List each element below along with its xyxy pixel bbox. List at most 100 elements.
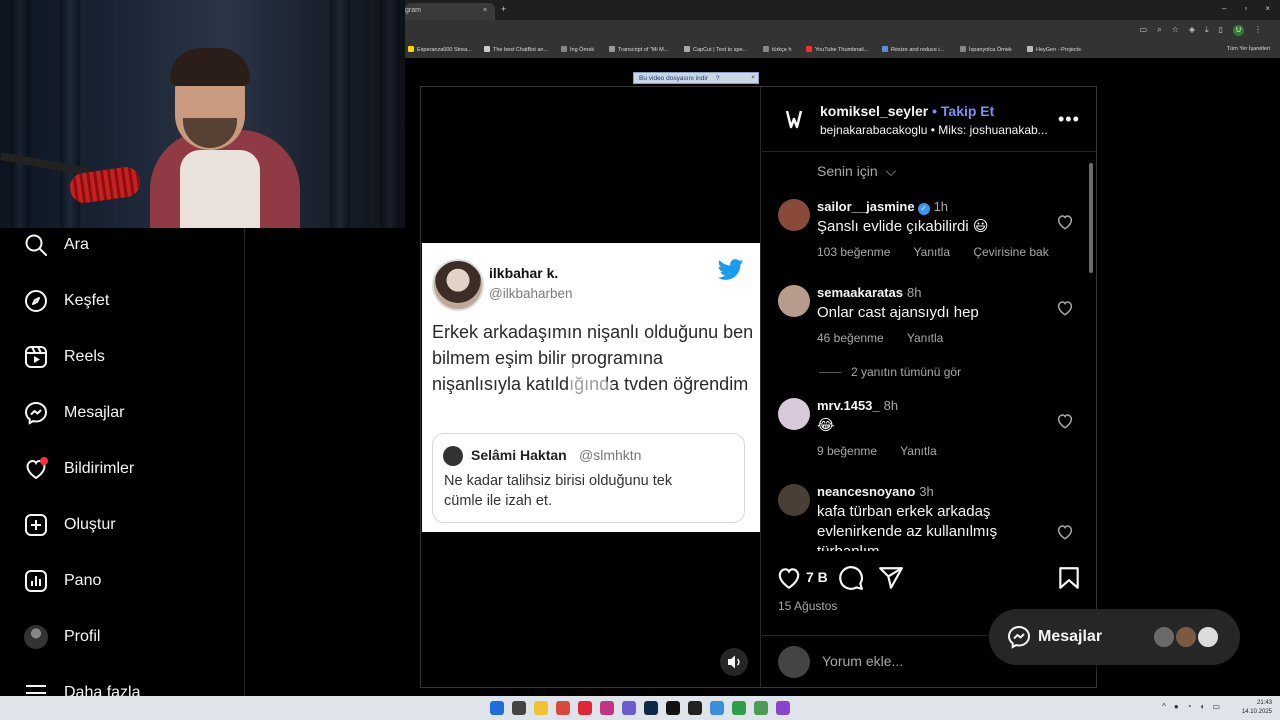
app-icon[interactable] <box>710 701 724 715</box>
account-avatar[interactable] <box>778 103 810 135</box>
bookmark-item[interactable]: İng Örnek <box>561 46 594 53</box>
photoshop-icon[interactable] <box>644 701 658 715</box>
messages-floating-button[interactable]: Mesajlar <box>989 609 1240 665</box>
close-window-button[interactable]: × <box>1265 4 1270 13</box>
minimize-button[interactable]: ‒ <box>1222 4 1226 13</box>
comment-username[interactable]: semaakaratas 8h <box>817 285 922 300</box>
avatar[interactable] <box>778 285 810 317</box>
bookmark-item[interactable]: Resize and reduce i... <box>882 46 944 53</box>
translate-button[interactable]: Çevirisine bak <box>973 245 1048 259</box>
account-name[interactable]: komiksel_seyler <box>820 103 928 119</box>
bookmark-icon <box>684 46 690 52</box>
comment-username[interactable]: sailor__jasmine ✓ 1h <box>817 199 948 215</box>
reply-button[interactable]: Yanıtla <box>900 444 936 458</box>
downloads-icon[interactable]: ⤓ <box>1205 25 1209 36</box>
download-video-bar[interactable]: Bu video dosyasını indir ? × <box>633 72 759 84</box>
taskview-icon[interactable] <box>512 701 526 715</box>
profile-avatar[interactable]: U <box>1233 25 1244 36</box>
bookmark-item[interactable]: İspanyolca Örnek <box>960 46 1012 53</box>
address-bar[interactable]: ▭ ⌕ ☆ ◈ ⤓ ▯ U ⋮ <box>405 20 1280 42</box>
avatar[interactable] <box>778 398 810 430</box>
comment-icon[interactable] <box>838 565 864 591</box>
tab-title: gram <box>405 7 421 14</box>
sidebar-item-more[interactable]: Daha fazla <box>24 681 141 696</box>
capcut-icon[interactable] <box>688 701 702 715</box>
file-explorer-icon[interactable] <box>534 701 548 715</box>
comment-likes[interactable]: 9 beğenme <box>817 444 877 458</box>
clock[interactable]: 21:43 14.10.2025 <box>1242 699 1272 717</box>
comment-input[interactable] <box>822 650 1022 672</box>
browser-tab[interactable]: gram × <box>405 3 495 20</box>
sidebar-item-create[interactable]: Oluştur <box>24 513 116 537</box>
sidebar-item-explore[interactable]: Keşfet <box>24 289 109 313</box>
app-icon[interactable] <box>556 701 570 715</box>
maximize-button[interactable]: ▫ <box>1244 4 1247 13</box>
windows-start-icon[interactable] <box>490 701 504 715</box>
bookmark-item[interactable]: türkçe h <box>763 46 792 53</box>
comment-meta: 46 beğenme Yanıtla <box>817 331 963 345</box>
video-player[interactable]: ilkbahar k. @ilkbaharben Erkek arkadaşım… <box>421 87 761 687</box>
post-date: 15 Ağustos <box>778 599 838 613</box>
opera-icon[interactable] <box>578 701 592 715</box>
play-icon[interactable] <box>563 356 619 416</box>
comment-likes[interactable]: 103 beğenme <box>817 245 890 259</box>
like-heart-icon[interactable] <box>776 565 802 591</box>
new-tab-button[interactable]: + <box>501 4 506 14</box>
comments-scrollbar[interactable] <box>1088 153 1094 551</box>
avatar[interactable] <box>778 484 810 516</box>
more-options-icon[interactable]: ••• <box>1058 109 1080 130</box>
comment-username[interactable]: mrv.1453_ 8h <box>817 398 898 413</box>
help-icon[interactable]: ? <box>716 75 720 82</box>
chrome-icon[interactable] <box>732 701 746 715</box>
star-icon[interactable]: ☆ <box>1172 25 1179 36</box>
audio-attribution[interactable]: bejnakarabacakoglu • Miks: joshuanakab..… <box>820 123 1050 137</box>
sidebar-item-messages[interactable]: Mesajlar <box>24 401 124 425</box>
sidebar-item-profile[interactable]: Profil <box>24 625 100 649</box>
app-icon[interactable] <box>622 701 636 715</box>
like-count[interactable]: 7 B <box>806 569 828 585</box>
share-icon[interactable] <box>878 565 904 591</box>
comment-like-heart-icon[interactable] <box>1056 213 1074 231</box>
all-bookmarks[interactable]: Tüm Yer İşaretleri <box>1227 46 1270 52</box>
messenger-icon <box>1007 625 1031 649</box>
bookmark-item[interactable]: CapCut | Text to spe... <box>684 46 747 53</box>
tiktok-icon[interactable] <box>666 701 680 715</box>
app-icon[interactable] <box>776 701 790 715</box>
comment-sort-dropdown[interactable]: Senin için ⌵ <box>817 163 896 180</box>
tab-close-icon[interactable]: × <box>483 7 487 14</box>
tray-chevron-icon[interactable]: ^ <box>1162 702 1166 711</box>
sort-label: Senin için <box>817 163 878 179</box>
sidebar-item-reels[interactable]: Reels <box>24 345 105 369</box>
comment-likes[interactable]: 46 beğenme <box>817 331 884 345</box>
comment-like-heart-icon[interactable] <box>1056 412 1074 430</box>
mute-button[interactable] <box>720 648 748 676</box>
app-icon[interactable] <box>754 701 768 715</box>
bookmark-save-icon[interactable] <box>1056 565 1082 591</box>
instagram-icon[interactable] <box>600 701 614 715</box>
reply-button[interactable]: Yanıtla <box>914 245 950 259</box>
reply-button[interactable]: Yanıtla <box>907 331 943 345</box>
zoom-icon[interactable]: ⌕ <box>1157 25 1161 36</box>
close-icon[interactable]: × <box>751 74 755 81</box>
bookmark-item[interactable]: Esperanza000 Strea... <box>408 46 472 53</box>
bookmark-item[interactable]: Transcript of "Mi M... <box>609 46 668 53</box>
comment-like-heart-icon[interactable] <box>1056 299 1074 317</box>
sidebar-item-dashboard[interactable]: Pano <box>24 569 101 593</box>
extensions-icon[interactable]: ◈ <box>1189 25 1195 36</box>
comment-like-heart-icon[interactable] <box>1056 523 1074 541</box>
avatar[interactable] <box>778 199 810 231</box>
comment-username[interactable]: neancesnoyano 3h <box>817 484 934 499</box>
sidebar-item-notifications[interactable]: Bildirimler <box>24 457 134 481</box>
sidebar-item-search[interactable]: Ara <box>24 233 89 257</box>
view-replies-button[interactable]: 2 yanıtın tümünü gör <box>819 365 961 379</box>
sidepanel-icon[interactable]: ▯ <box>1219 25 1223 36</box>
bookmark-item[interactable]: YouTube Thumbnail... <box>806 46 868 53</box>
bookmark-item[interactable]: The best ChatBot an... <box>484 46 548 53</box>
menu-dots-icon[interactable]: ⋮ <box>1254 25 1262 36</box>
bookmark-item[interactable]: HeyGen - Projects <box>1027 46 1081 53</box>
cast-icon[interactable]: ▭ <box>1140 25 1148 36</box>
compass-icon <box>25 290 47 312</box>
scrollbar-thumb[interactable] <box>1089 163 1093 273</box>
system-tray[interactable]: ^ ● ◔ ◖ ▭ <box>1162 702 1220 711</box>
follow-button[interactable]: Takip Et <box>941 103 994 119</box>
